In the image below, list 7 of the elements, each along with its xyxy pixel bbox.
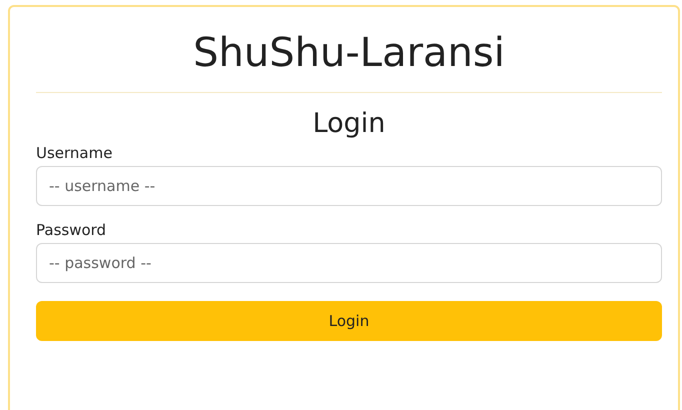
field-label: Password bbox=[36, 220, 108, 240]
app-title: ShuShu-Laransi bbox=[192, 29, 506, 78]
login-button[interactable]: Login bbox=[36, 301, 662, 341]
form-heading: Login bbox=[312, 107, 386, 141]
input-field[interactable]: -- username -- bbox=[36, 166, 662, 206]
field-label: Username bbox=[36, 143, 114, 163]
input-field[interactable]: -- password -- bbox=[36, 243, 662, 283]
